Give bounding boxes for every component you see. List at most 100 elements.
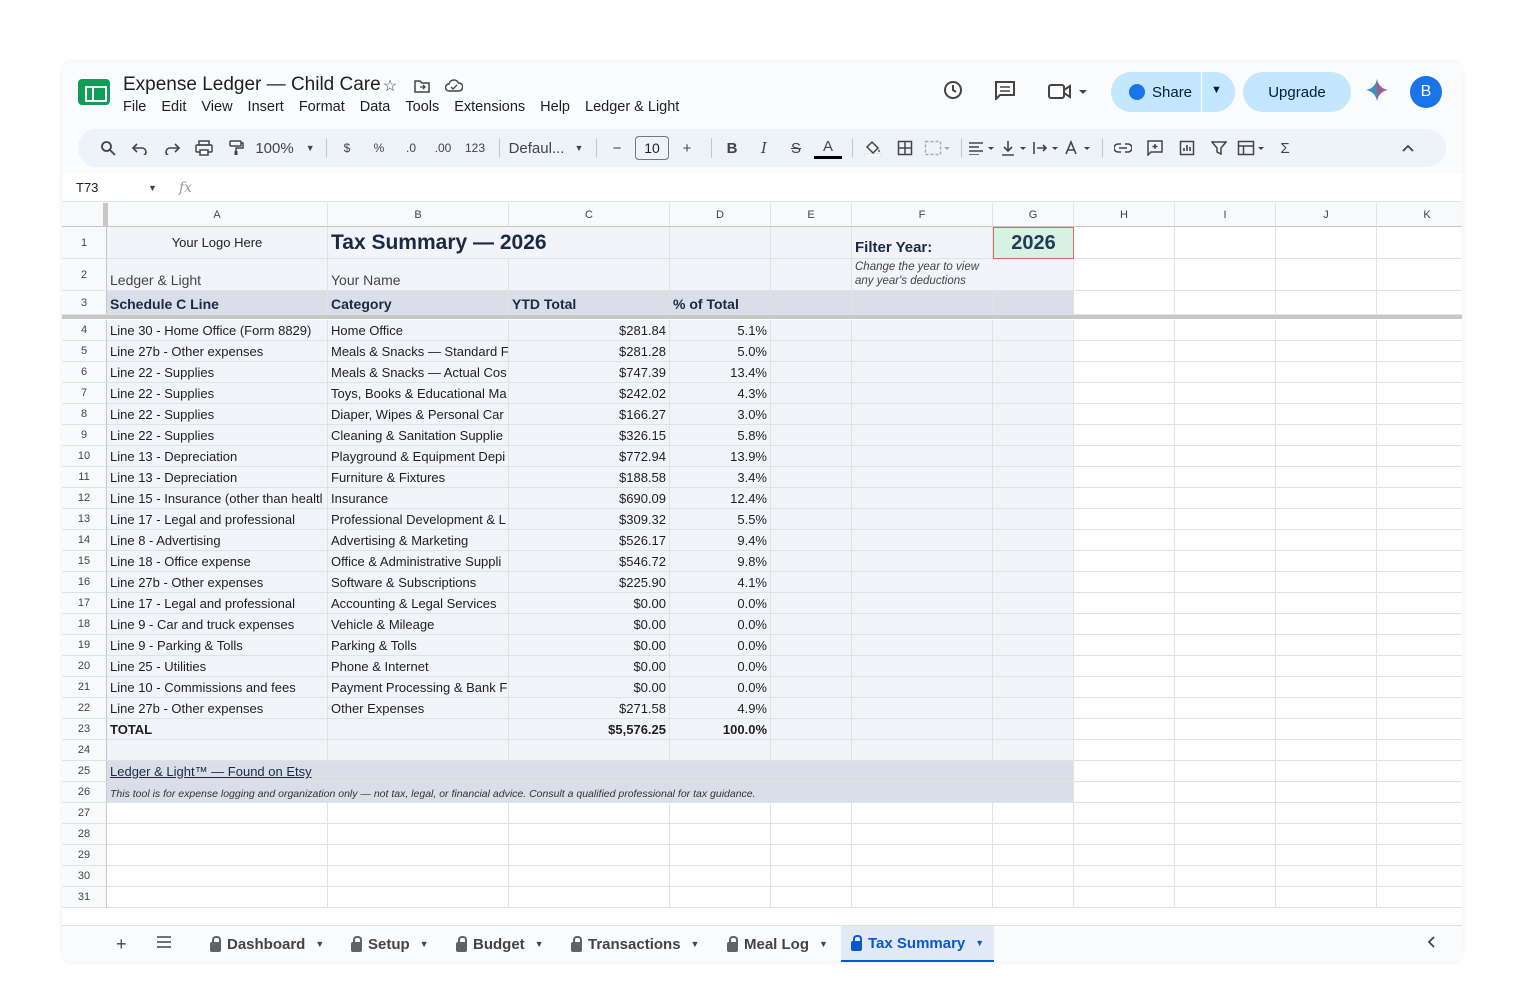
cell[interactable] <box>1276 572 1377 593</box>
tab-tax-summary[interactable]: Tax Summary ▼ <box>841 926 995 962</box>
cell[interactable] <box>852 740 993 761</box>
cell[interactable] <box>993 635 1074 656</box>
meet-video-icon[interactable] <box>1048 82 1088 105</box>
cell[interactable] <box>993 509 1074 530</box>
cell[interactable] <box>1276 341 1377 362</box>
cell[interactable] <box>852 824 993 845</box>
merge-cells-icon[interactable] <box>923 134 951 162</box>
cell[interactable] <box>1175 572 1276 593</box>
cell[interactable] <box>1074 782 1175 803</box>
insert-comment-icon[interactable] <box>1141 134 1169 162</box>
cell[interactable] <box>1074 824 1175 845</box>
chevron-down-icon[interactable]: ▼ <box>420 939 429 949</box>
column-header-e[interactable]: E <box>771 203 852 227</box>
menu-tools[interactable]: Tools <box>405 99 439 115</box>
cell[interactable] <box>509 824 670 845</box>
row-header[interactable]: 22 <box>62 698 107 719</box>
cell[interactable] <box>1074 761 1175 782</box>
cell[interactable] <box>107 803 328 824</box>
cell[interactable] <box>993 572 1074 593</box>
cell[interactable] <box>1276 593 1377 614</box>
cell[interactable] <box>1074 509 1175 530</box>
cell[interactable] <box>1276 698 1377 719</box>
cell[interactable] <box>1377 866 1462 887</box>
chevron-left-icon[interactable] <box>1426 935 1436 954</box>
cell[interactable] <box>1276 635 1377 656</box>
row-header[interactable]: 24 <box>62 740 107 761</box>
cell[interactable] <box>852 291 993 315</box>
cell[interactable] <box>993 887 1074 908</box>
cell[interactable] <box>509 259 670 291</box>
cell[interactable] <box>852 866 993 887</box>
cell[interactable] <box>1377 614 1462 635</box>
functions-button[interactable]: Σ <box>1271 134 1299 162</box>
cell[interactable] <box>771 740 852 761</box>
cell[interactable] <box>1175 341 1276 362</box>
cell[interactable] <box>1377 320 1462 341</box>
cell[interactable] <box>328 887 509 908</box>
row-header[interactable]: 4 <box>62 320 107 341</box>
cell[interactable] <box>1175 593 1276 614</box>
share-button[interactable]: Share ▼ <box>1111 72 1235 112</box>
column-header-j[interactable]: J <box>1276 203 1377 227</box>
cell[interactable] <box>1175 291 1276 315</box>
cell[interactable] <box>1276 803 1377 824</box>
cell[interactable] <box>1074 446 1175 467</box>
cell[interactable] <box>852 425 993 446</box>
cell[interactable] <box>1175 782 1276 803</box>
all-sheets-icon[interactable] <box>156 935 172 953</box>
row-header[interactable]: 11 <box>62 467 107 488</box>
borders-icon[interactable] <box>891 134 919 162</box>
cell[interactable] <box>1276 362 1377 383</box>
cell[interactable] <box>993 845 1074 866</box>
column-header-d[interactable]: D <box>670 203 771 227</box>
row-header[interactable]: 29 <box>62 845 107 866</box>
cell[interactable] <box>1175 656 1276 677</box>
cell[interactable] <box>1175 866 1276 887</box>
cell[interactable] <box>1276 320 1377 341</box>
cell[interactable] <box>1276 530 1377 551</box>
spreadsheet-grid[interactable]: A B C D E F G H I J K 1 2 3 4 5 6 7 8 9 10 11 12 13 14 15 16 17 18 19… <box>62 203 1462 925</box>
sheets-logo-icon[interactable] <box>78 79 110 105</box>
star-icon[interactable]: ☆ <box>380 76 400 96</box>
cell[interactable] <box>771 593 852 614</box>
row-header[interactable]: 6 <box>62 362 107 383</box>
cell[interactable] <box>993 698 1074 719</box>
menu-view[interactable]: View <box>201 99 232 115</box>
cell[interactable] <box>993 593 1074 614</box>
row-header[interactable]: 19 <box>62 635 107 656</box>
cell[interactable] <box>107 845 328 866</box>
column-header-h[interactable]: H <box>1074 203 1175 227</box>
insert-chart-icon[interactable] <box>1173 134 1201 162</box>
undo-icon[interactable] <box>126 134 154 162</box>
more-formats-button[interactable]: 123 <box>461 134 489 162</box>
cell[interactable] <box>1377 824 1462 845</box>
cell[interactable] <box>1175 488 1276 509</box>
cell[interactable] <box>1276 782 1377 803</box>
cell[interactable] <box>328 824 509 845</box>
cell[interactable] <box>670 803 771 824</box>
cell[interactable] <box>1175 614 1276 635</box>
row-header[interactable]: 9 <box>62 425 107 446</box>
cell[interactable] <box>852 362 993 383</box>
cell[interactable] <box>1276 866 1377 887</box>
cell[interactable] <box>852 488 993 509</box>
cell[interactable] <box>1276 467 1377 488</box>
cell[interactable] <box>1074 530 1175 551</box>
cell[interactable] <box>852 593 993 614</box>
vertical-align-icon[interactable] <box>1000 134 1028 162</box>
bold-button[interactable]: B <box>718 134 746 162</box>
tab-dashboard[interactable]: Dashboard ▼ <box>200 926 334 962</box>
add-sheet-icon[interactable]: + <box>116 934 127 955</box>
cell[interactable] <box>509 740 670 761</box>
menu-data[interactable]: Data <box>360 99 391 115</box>
cell[interactable] <box>852 404 993 425</box>
cell[interactable] <box>509 866 670 887</box>
column-header-c[interactable]: C <box>509 203 670 227</box>
cell[interactable] <box>1377 362 1462 383</box>
cell[interactable] <box>1175 383 1276 404</box>
cell[interactable] <box>993 467 1074 488</box>
cell[interactable] <box>1175 404 1276 425</box>
cell[interactable] <box>328 866 509 887</box>
cell[interactable] <box>1074 572 1175 593</box>
